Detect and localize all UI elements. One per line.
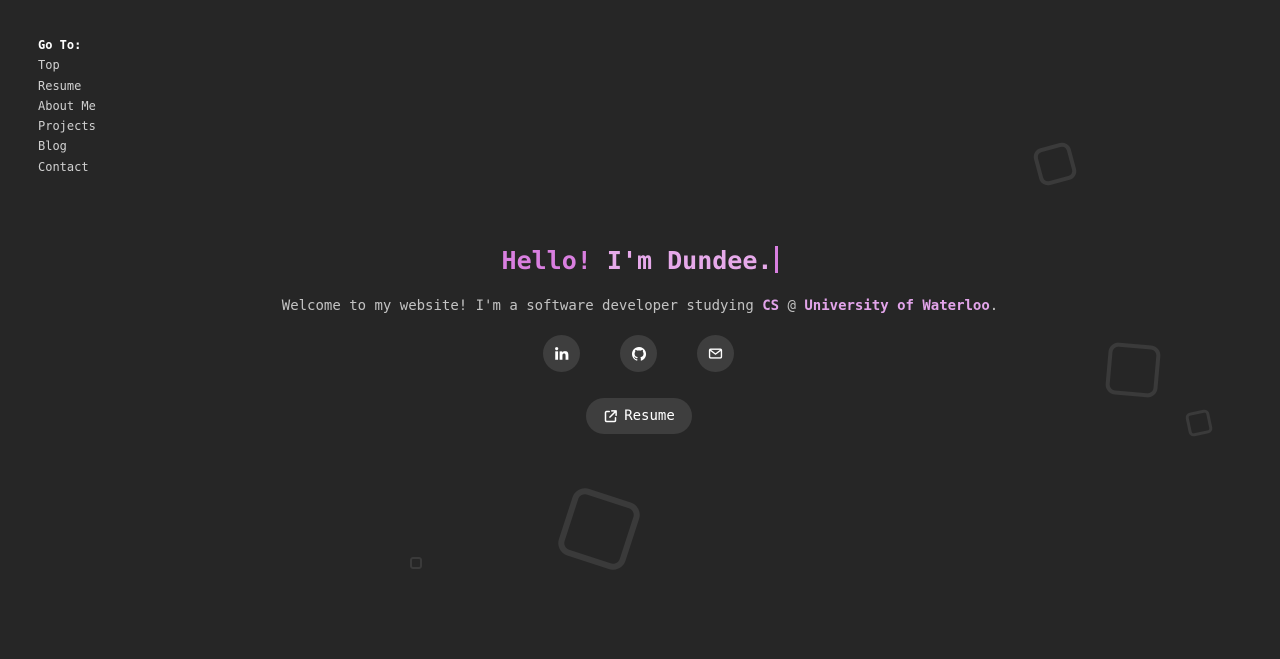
- subtitle-cs: CS: [762, 298, 780, 314]
- decorative-square: [1031, 140, 1079, 188]
- nav-heading: Go To:: [38, 38, 82, 52]
- decorative-square: [410, 557, 422, 569]
- subtitle-text: Welcome to my website! I'm a software de…: [281, 298, 763, 314]
- linkedin-button[interactable]: [543, 335, 580, 372]
- resume-button[interactable]: Resume: [586, 398, 692, 434]
- decorative-square: [1104, 341, 1162, 399]
- typing-cursor: [775, 246, 779, 273]
- subtitle-at: @: [779, 298, 805, 314]
- hero-title-greeting: Hello!: [501, 246, 592, 275]
- nav-link-resume[interactable]: Resume: [38, 76, 96, 96]
- github-icon: [631, 346, 646, 361]
- external-link-icon: [604, 409, 618, 422]
- decorative-square: [1184, 408, 1214, 438]
- email-button[interactable]: [697, 335, 734, 372]
- nav-link-contact[interactable]: Contact: [38, 157, 96, 177]
- goto-nav: Go To: Top Resume About Me Projects Blog…: [38, 35, 96, 177]
- hero-title: Hello! I'm Dundee.: [0, 241, 1280, 281]
- github-button[interactable]: [620, 335, 657, 372]
- hero-title-name: I'm Dundee.: [591, 246, 773, 275]
- decorative-square: [554, 484, 644, 574]
- nav-link-projects[interactable]: Projects: [38, 116, 96, 136]
- nav-link-top[interactable]: Top: [38, 55, 96, 75]
- resume-button-label: Resume: [624, 408, 675, 424]
- page: Go To: Top Resume About Me Projects Blog…: [0, 0, 1280, 659]
- linkedin-icon: [555, 347, 569, 360]
- nav-link-blog[interactable]: Blog: [38, 136, 96, 156]
- subtitle-school: University of Waterloo: [804, 298, 990, 314]
- hero-subtitle: Welcome to my website! I'm a software de…: [0, 295, 1280, 317]
- mail-icon: [708, 348, 723, 359]
- nav-link-about-me[interactable]: About Me: [38, 96, 96, 116]
- subtitle-period: .: [989, 298, 999, 314]
